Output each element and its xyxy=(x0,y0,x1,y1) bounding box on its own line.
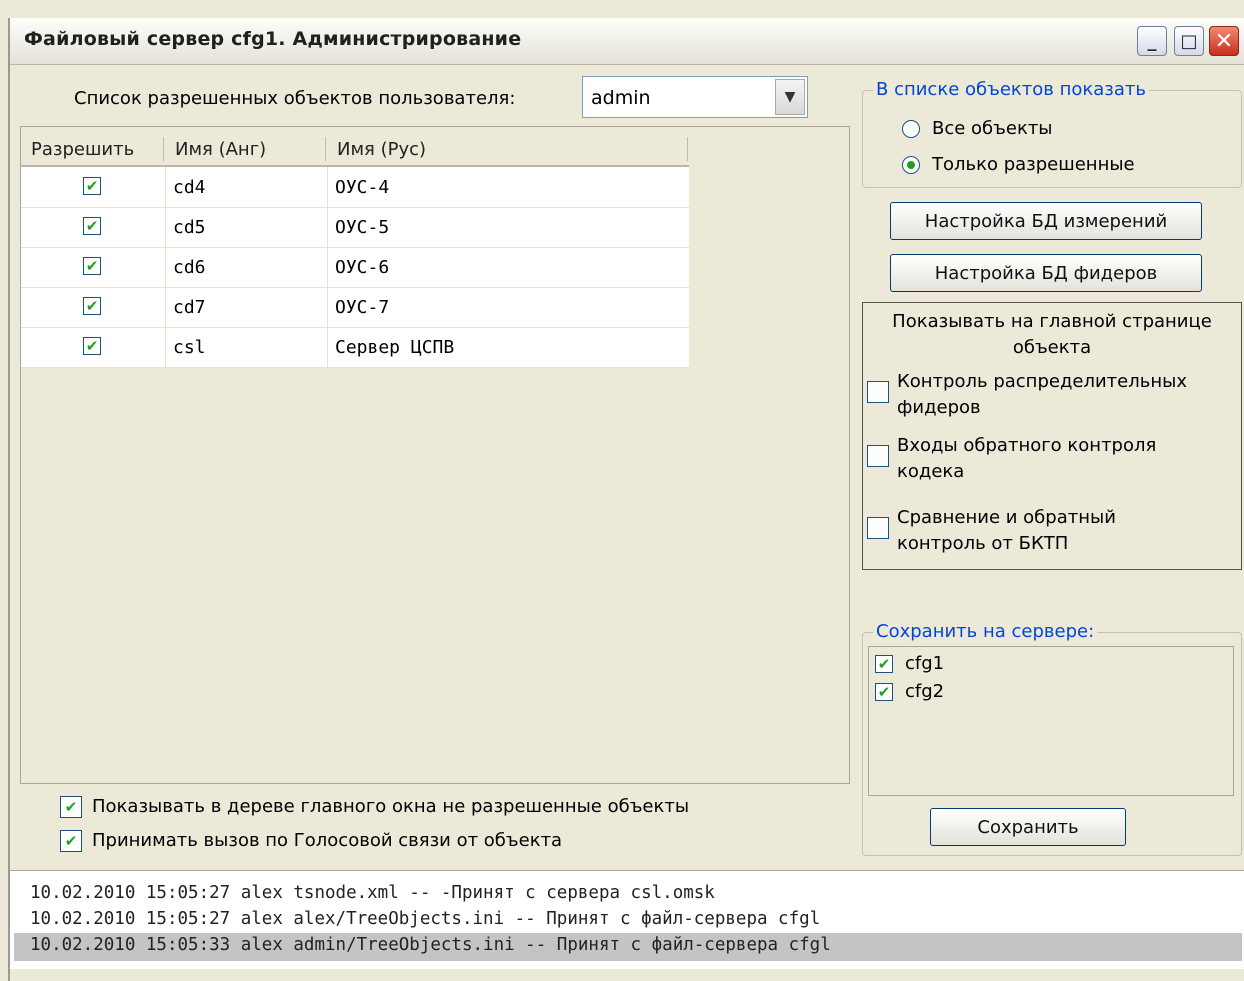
column-grid-line xyxy=(165,167,166,367)
allow-checkbox[interactable]: ✔ xyxy=(83,177,101,195)
window-title: Файловый сервер cfg1. Администрирование xyxy=(24,28,522,50)
table-row[interactable]: ✔ cd7 ОУС-7 xyxy=(21,287,689,328)
radio-all-objects[interactable] xyxy=(902,120,920,138)
name-ru-cell: ОУС-7 xyxy=(335,297,390,318)
name-en-cell: csl xyxy=(173,337,206,358)
user-select-label: Список разрешенных объектов пользователя… xyxy=(74,88,516,109)
show-objects-legend: В списке объектов показать xyxy=(873,79,1149,100)
minimize-icon: _ xyxy=(1147,30,1157,52)
user-select[interactable]: admin ▼ xyxy=(582,76,808,118)
radio-only-allowed[interactable] xyxy=(902,156,920,174)
table-header: Разрешить Имя (Анг) Имя (Рус) xyxy=(21,131,689,167)
radio-all-objects-label[interactable]: Все объекты xyxy=(932,118,1053,139)
save-on-server-legend: Сохранить на сервере: xyxy=(873,621,1098,642)
server-list[interactable]: ✔ cfg1 ✔ cfg2 xyxy=(868,646,1234,796)
save-button[interactable]: Сохранить xyxy=(930,808,1126,846)
codec-inputs-label-line2[interactable]: кодека xyxy=(897,461,964,482)
column-divider[interactable] xyxy=(687,137,688,161)
title-bar[interactable]: Файловый сервер cfg1. Администрирование … xyxy=(10,18,1244,65)
table-body: ✔ cd4 ОУС-4 ✔ cd5 ОУС-5 ✔ cd6 ОУС-6 ✔ cd… xyxy=(21,167,689,368)
log-panel[interactable]: 10.02.2010 15:05:27 alex tsnode.xml -- -… xyxy=(10,870,1244,969)
name-ru-cell: ОУС-5 xyxy=(335,217,390,238)
close-button[interactable]: ✕ xyxy=(1209,26,1239,56)
server-cfg2-label[interactable]: cfg2 xyxy=(905,681,944,702)
close-icon: ✕ xyxy=(1214,28,1234,54)
user-select-value: admin xyxy=(591,87,651,109)
table-row[interactable]: ✔ cd6 ОУС-6 xyxy=(21,247,689,288)
column-divider[interactable] xyxy=(163,137,164,161)
name-en-cell: cd5 xyxy=(173,217,206,238)
name-en-cell: cd6 xyxy=(173,257,206,278)
codec-inputs-checkbox[interactable] xyxy=(867,445,889,467)
admin-window: Файловый сервер cfg1. Администрирование … xyxy=(8,18,1244,981)
main-page-title-line2: объекта xyxy=(1012,337,1092,358)
name-ru-cell: ОУС-6 xyxy=(335,257,390,278)
log-line[interactable]: 10.02.2010 15:05:27 alex alex/TreeObject… xyxy=(30,909,820,929)
maximize-icon: □ xyxy=(1180,30,1198,52)
log-line[interactable]: 10.02.2010 15:05:27 alex tsnode.xml -- -… xyxy=(30,883,715,903)
name-en-cell: cd4 xyxy=(173,177,206,198)
bktp-compare-label-line2[interactable]: контроль от БКТП xyxy=(897,533,1068,554)
log-line-selected[interactable]: 10.02.2010 15:05:33 alex admin/TreeObjec… xyxy=(30,935,831,955)
table-row[interactable]: ✔ cd5 ОУС-5 xyxy=(21,207,689,248)
minimize-button[interactable]: _ xyxy=(1137,26,1167,56)
chevron-down-icon[interactable]: ▼ xyxy=(775,79,805,115)
bktp-compare-checkbox[interactable] xyxy=(867,517,889,539)
table-row[interactable]: ✔ cd4 ОУС-4 xyxy=(21,167,689,208)
server-cfg2-checkbox[interactable]: ✔ xyxy=(875,683,893,701)
objects-table: Разрешить Имя (Анг) Имя (Рус) ✔ cd4 ОУС-… xyxy=(20,126,850,784)
column-grid-line xyxy=(327,167,328,367)
column-header-name-ru[interactable]: Имя (Рус) xyxy=(337,139,426,160)
table-row[interactable]: ✔ csl Сервер ЦСПВ xyxy=(21,327,689,368)
radio-only-allowed-label[interactable]: Только разрешенные xyxy=(932,154,1135,175)
show-unallowed-checkbox[interactable]: ✔ xyxy=(60,796,82,818)
column-header-name-en[interactable]: Имя (Анг) xyxy=(175,139,266,160)
allow-checkbox[interactable]: ✔ xyxy=(83,337,101,355)
main-page-title-line1: Показывать на главной странице xyxy=(892,311,1212,332)
voice-call-checkbox[interactable]: ✔ xyxy=(60,830,82,852)
name-ru-cell: Сервер ЦСПВ xyxy=(335,337,455,358)
server-cfg1-label[interactable]: cfg1 xyxy=(905,653,944,674)
voice-call-label[interactable]: Принимать вызов по Голосовой связи от об… xyxy=(92,830,562,851)
bktp-compare-label-line1[interactable]: Сравнение и обратный xyxy=(897,507,1116,528)
db-feeders-button[interactable]: Настройка БД фидеров xyxy=(890,254,1202,292)
name-ru-cell: ОУС-4 xyxy=(335,177,390,198)
column-divider[interactable] xyxy=(325,137,326,161)
codec-inputs-label-line1[interactable]: Входы обратного контроля xyxy=(897,435,1156,456)
name-en-cell: cd7 xyxy=(173,297,206,318)
column-header-allow[interactable]: Разрешить xyxy=(31,139,134,160)
allow-checkbox[interactable]: ✔ xyxy=(83,297,101,315)
feeders-control-label-line2[interactable]: фидеров xyxy=(897,397,981,418)
maximize-button[interactable]: □ xyxy=(1174,26,1204,56)
allow-checkbox[interactable]: ✔ xyxy=(83,257,101,275)
feeders-control-checkbox[interactable] xyxy=(867,381,889,403)
feeders-control-label-line1[interactable]: Контроль распределительных xyxy=(897,371,1187,392)
show-unallowed-label[interactable]: Показывать в дереве главного окна не раз… xyxy=(92,796,689,817)
main-page-options-box: Показывать на главной странице объекта К… xyxy=(862,302,1242,570)
allow-checkbox[interactable]: ✔ xyxy=(83,217,101,235)
server-cfg1-checkbox[interactable]: ✔ xyxy=(875,655,893,673)
db-measure-button[interactable]: Настройка БД измерений xyxy=(890,202,1202,240)
